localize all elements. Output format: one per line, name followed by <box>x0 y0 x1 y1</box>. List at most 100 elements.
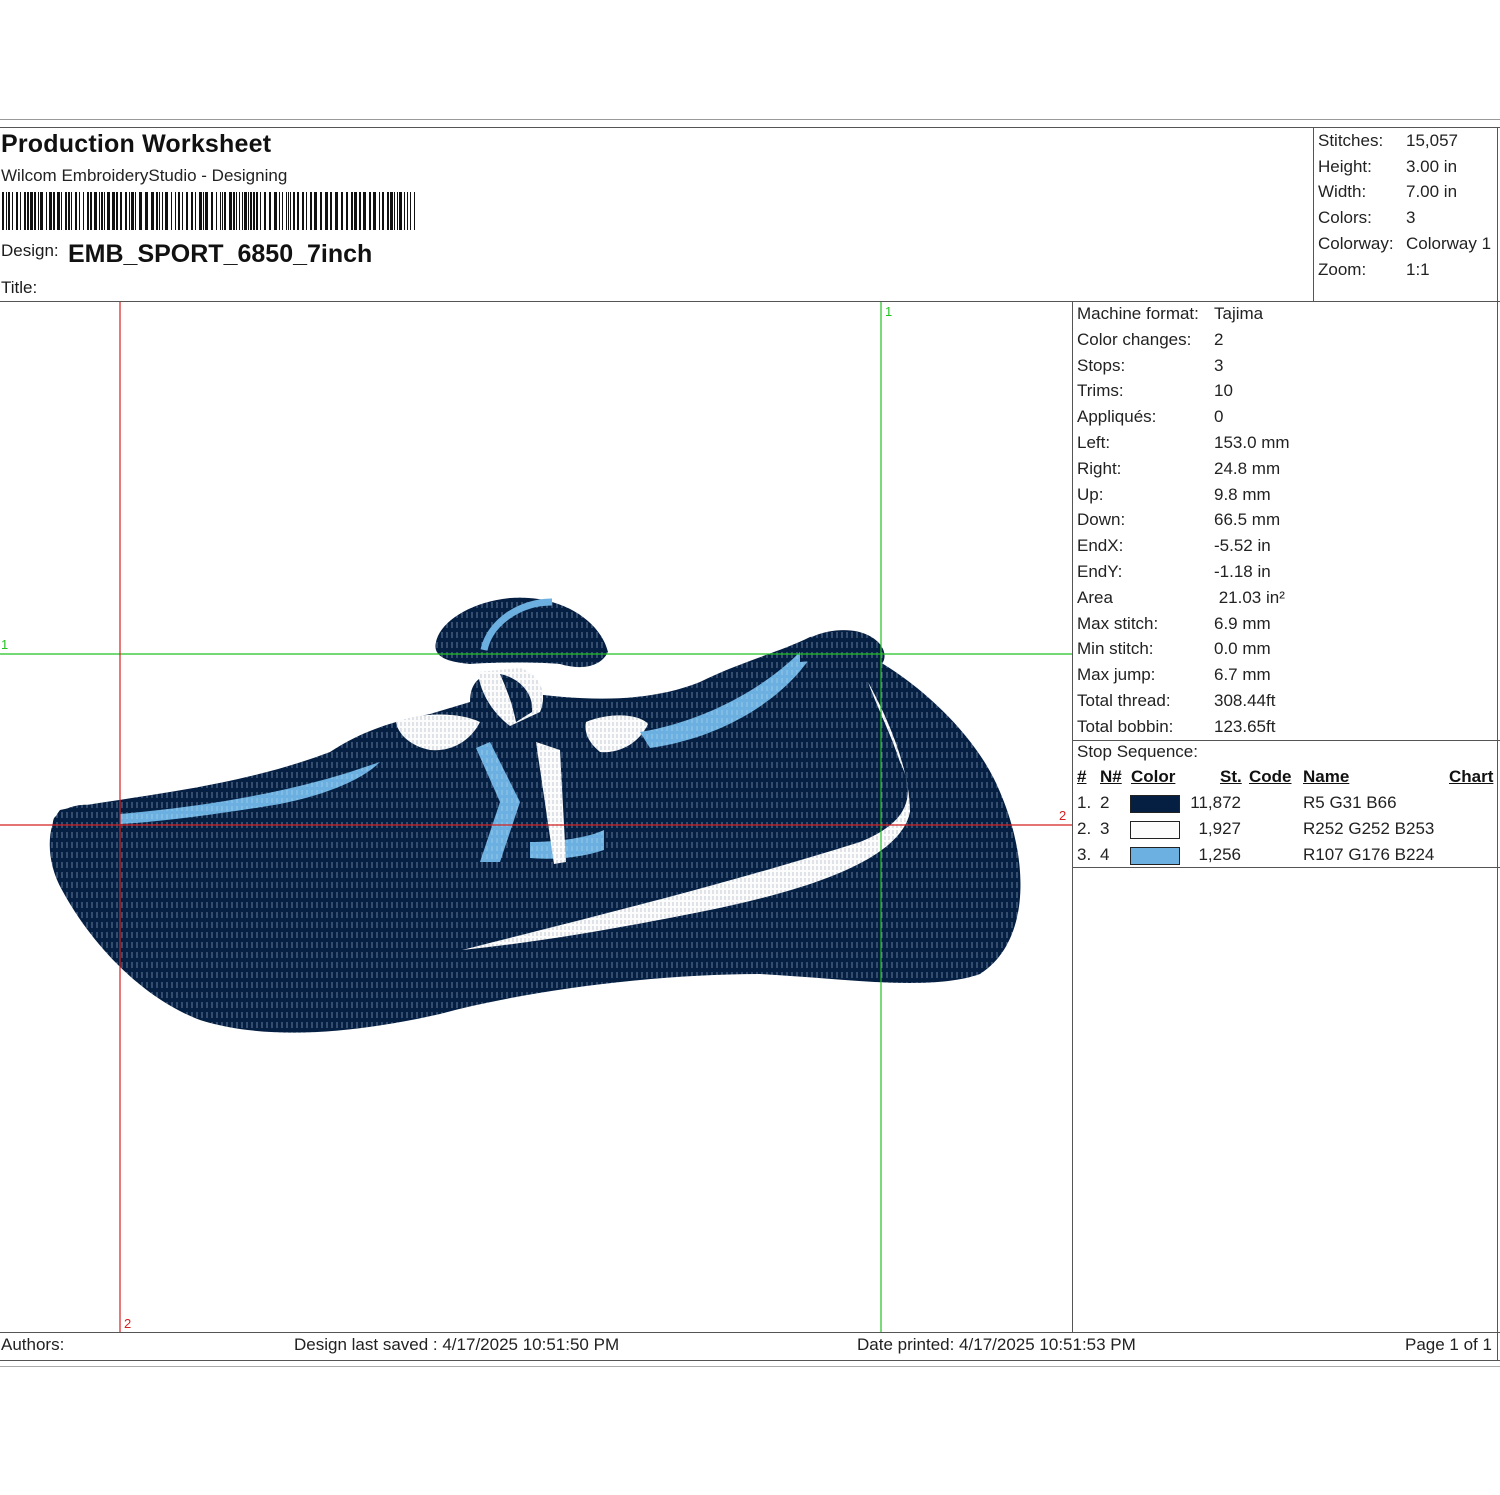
seq-row-color-name: R5 G31 B66 <box>1303 793 1397 812</box>
barcode-bar <box>131 192 134 230</box>
col-header-name: Name <box>1303 767 1350 786</box>
barcode-bar <box>195 192 196 230</box>
barcode-bar <box>171 192 172 230</box>
barcode-bar <box>94 192 97 230</box>
barcode-bar <box>216 192 217 230</box>
barcode-bar <box>279 192 280 230</box>
barcode-bar <box>116 192 118 230</box>
barcode-bar <box>346 192 348 230</box>
barcode-bar <box>325 192 328 230</box>
barcode-bar <box>107 192 110 230</box>
summary-label: Colorway: <box>1318 234 1394 253</box>
detail-label: Total thread: <box>1077 691 1171 710</box>
barcode-bar <box>61 192 62 230</box>
barcode-bar <box>269 192 271 230</box>
barcode-bar <box>320 192 322 230</box>
barcode-bar <box>236 192 237 230</box>
seq-row-needle: 3 <box>1100 819 1110 838</box>
details-divider <box>1072 301 1073 1333</box>
barcode-bar <box>354 192 357 230</box>
barcode-bar <box>101 192 103 230</box>
barcode-bar <box>30 192 33 230</box>
barcode-bar <box>359 192 361 230</box>
detail-value: 2 <box>1214 329 1224 349</box>
seq-row-number: 2. <box>1077 819 1092 838</box>
barcode-bar <box>112 192 115 230</box>
barcode-bar <box>248 192 249 230</box>
barcode-bar <box>314 192 317 230</box>
barcode-bar <box>24 192 26 230</box>
detail-label: Color changes: <box>1077 329 1192 349</box>
barcode-bar <box>397 192 398 230</box>
barcode-bar <box>8 192 10 230</box>
summary-value: 1:1 <box>1406 260 1430 279</box>
seq-row-number: 3. <box>1077 845 1092 864</box>
barcode-bar <box>182 192 183 230</box>
barcode-bar <box>156 192 158 230</box>
barcode-bar <box>162 192 163 230</box>
col-header-chart: Chart <box>1449 767 1494 786</box>
barcode-bar <box>199 192 202 230</box>
detail-value: 6.9 mm <box>1214 613 1271 633</box>
design-label: Design: <box>1 241 59 260</box>
barcode-bar <box>104 192 105 230</box>
barcode-bar <box>297 192 299 230</box>
barcode-bar <box>373 192 376 230</box>
barcode-bar <box>399 192 402 230</box>
barcode-bar <box>2 192 4 230</box>
barcode-bar <box>363 192 366 230</box>
stop-sequence-title: Stop Sequence: <box>1077 742 1198 761</box>
detail-value: 21.03 in² <box>1214 587 1285 607</box>
color-swatch <box>1130 847 1180 865</box>
barcode-bar <box>250 192 252 230</box>
barcode-bar <box>34 192 36 230</box>
barcode-bar <box>253 192 255 230</box>
barcode-bar <box>293 192 295 230</box>
green-marker-top: 1 <box>885 304 892 319</box>
barcode-bar <box>12 192 13 230</box>
top-border <box>0 127 1500 128</box>
barcode-bar <box>211 192 213 230</box>
color-swatch <box>1130 821 1180 839</box>
detail-value: 6.7 mm <box>1214 665 1271 685</box>
detail-label: Area <box>1077 587 1113 607</box>
barcode-bar <box>242 192 243 230</box>
col-header-code: Code <box>1249 767 1292 786</box>
detail-value: 308.44ft <box>1214 691 1276 710</box>
barcode-bar <box>178 192 180 230</box>
barcode-bar <box>151 192 154 230</box>
detail-value: Tajima <box>1214 304 1264 323</box>
barcode-bar <box>79 192 80 230</box>
barcode-bar <box>46 192 47 230</box>
barcode-bar <box>369 192 371 230</box>
barcode-bar <box>135 192 136 230</box>
red-marker-right: 2 <box>1059 808 1066 823</box>
detail-value: 0.0 mm <box>1214 639 1271 659</box>
barcode-bar <box>351 192 353 230</box>
summary-value: 3 <box>1406 208 1416 227</box>
detail-label: Left: <box>1077 433 1111 452</box>
barcode-bar <box>71 192 72 230</box>
barcode-bar <box>288 192 289 230</box>
detail-label: Right: <box>1077 458 1122 478</box>
detail-value: 66.5 mm <box>1214 510 1281 530</box>
summary-label: Width: <box>1318 182 1367 201</box>
detail-label: EndY: <box>1077 562 1123 581</box>
footer-top-border <box>0 1332 1500 1333</box>
barcode-bar <box>159 192 160 230</box>
summary-label: Height: <box>1318 157 1372 176</box>
seq-row-stitches: 11,872 <box>1190 793 1241 812</box>
barcode-bar <box>330 192 332 230</box>
barcode-bar <box>306 192 307 230</box>
barcode-bar <box>382 192 384 230</box>
detail-value: 153.0 mm <box>1214 433 1290 452</box>
detail-label: Down: <box>1077 510 1126 530</box>
barcode-bar <box>290 192 291 230</box>
barcode-bar <box>191 192 193 230</box>
summary-value: Colorway 1 <box>1406 234 1492 253</box>
barcode-bar <box>68 192 70 230</box>
footer-date-printed: Date printed: 4/17/2025 10:51:53 PM <box>857 1335 1136 1354</box>
detail-label: Total bobbin: <box>1077 716 1174 736</box>
barcode-bar <box>233 192 235 230</box>
summary-value: 15,057 <box>1406 131 1458 150</box>
